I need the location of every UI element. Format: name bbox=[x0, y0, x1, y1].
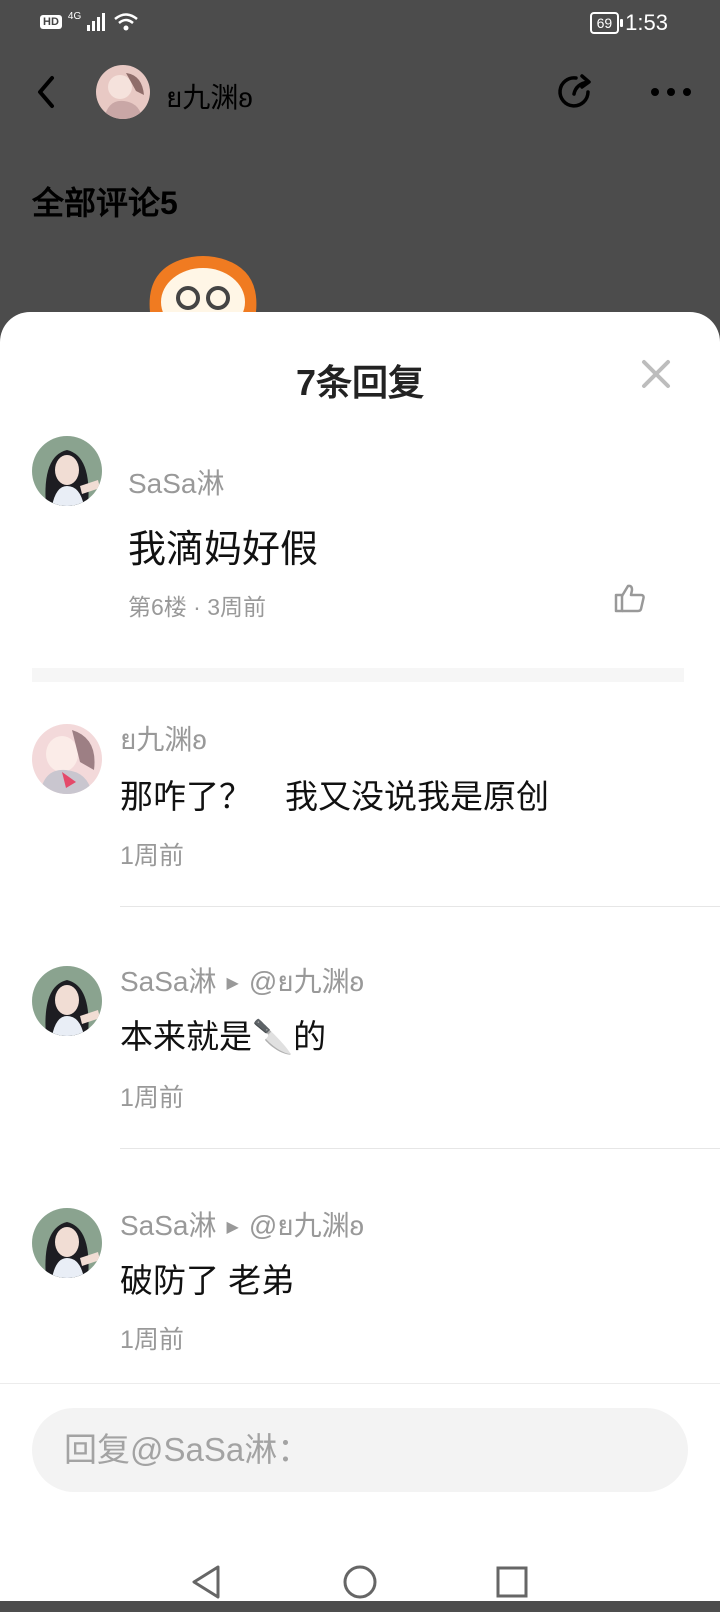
nav-recent-button[interactable] bbox=[482, 1552, 542, 1612]
system-nav-bar bbox=[0, 1552, 720, 1612]
reply-text: 本来就是🔪的 bbox=[120, 1018, 327, 1055]
header-username[interactable]: ย九渊ʚ bbox=[166, 76, 253, 120]
reply-sheet: 7条回复 SaSa淋 我滴妈好假 第6楼 · 3周前 ย九渊ʚ 那咋了？ 我又没… bbox=[0, 312, 720, 1601]
close-icon bbox=[642, 360, 670, 388]
reply-avatar[interactable] bbox=[32, 966, 102, 1036]
network-type: 4G bbox=[67, 10, 82, 22]
share-icon bbox=[558, 74, 591, 108]
nav-recent-icon bbox=[496, 1566, 528, 1598]
root-comment-avatar[interactable] bbox=[32, 436, 102, 506]
reply-author[interactable]: SaSa淋 ▶ @ย九渊ʚ bbox=[120, 960, 364, 1004]
nav-back-button[interactable] bbox=[176, 1552, 236, 1612]
reply-author-name[interactable]: SaSa淋 bbox=[120, 966, 217, 997]
reply-author[interactable]: ย九渊ʚ bbox=[120, 718, 207, 762]
section-divider bbox=[32, 668, 684, 682]
reply-text: 破防了 老弟 bbox=[120, 1262, 295, 1299]
more-button[interactable] bbox=[646, 72, 696, 112]
header-avatar[interactable] bbox=[96, 65, 150, 119]
reply-target[interactable]: @ย九渊ʚ bbox=[249, 966, 364, 997]
reply-divider bbox=[120, 1148, 720, 1149]
hd-badge: HD bbox=[40, 15, 62, 29]
share-button[interactable] bbox=[552, 70, 596, 114]
reply-avatar[interactable] bbox=[32, 724, 102, 794]
reply-input-bar bbox=[0, 1383, 720, 1601]
reply-author-name[interactable]: ย九渊ʚ bbox=[120, 724, 207, 755]
signal-icon bbox=[87, 13, 106, 31]
root-comment-meta: 第6楼 · 3周前 bbox=[128, 594, 267, 620]
battery-icon: 69 bbox=[589, 12, 623, 34]
root-comment-text: 我滴妈好假 bbox=[128, 529, 319, 571]
reply-divider bbox=[120, 906, 720, 907]
reply-time: 1周前 bbox=[120, 1326, 184, 1354]
reply-time: 1周前 bbox=[120, 1084, 184, 1112]
back-arrow-icon bbox=[38, 76, 54, 108]
reply-text: 那咋了？ 我又没说我是原创 bbox=[120, 778, 549, 815]
wifi-icon bbox=[114, 13, 139, 31]
top-bar: ย九渊ʚ bbox=[0, 60, 720, 124]
reply-target[interactable]: @ย九渊ʚ bbox=[249, 1210, 364, 1241]
reply-author-name[interactable]: SaSa淋 bbox=[120, 1210, 217, 1241]
reply-to-arrow-icon: ▶ bbox=[226, 975, 239, 992]
sheet-title: 7条回复 bbox=[295, 362, 425, 403]
reply-author[interactable]: SaSa淋 ▶ @ย九渊ʚ bbox=[120, 1204, 364, 1248]
back-button[interactable] bbox=[28, 74, 64, 110]
close-button[interactable] bbox=[636, 354, 676, 394]
reply-to-arrow-icon: ▶ bbox=[226, 1219, 239, 1236]
root-comment-author[interactable]: SaSa淋 bbox=[128, 462, 225, 502]
reply-input[interactable] bbox=[32, 1408, 688, 1492]
status-time: 1:53 bbox=[625, 10, 668, 35]
nav-home-button[interactable] bbox=[330, 1552, 390, 1612]
like-button[interactable] bbox=[608, 576, 652, 620]
reply-avatar[interactable] bbox=[32, 1208, 102, 1278]
reply-time: 1周前 bbox=[120, 842, 184, 870]
thumbs-up-icon bbox=[614, 584, 645, 613]
comments-section-title: 全部评论5 bbox=[32, 185, 178, 221]
status-bar: HD 4G 69 1:53 bbox=[0, 0, 720, 48]
nav-back-icon bbox=[192, 1565, 220, 1599]
nav-home-icon bbox=[343, 1565, 377, 1599]
more-icon bbox=[651, 88, 691, 96]
